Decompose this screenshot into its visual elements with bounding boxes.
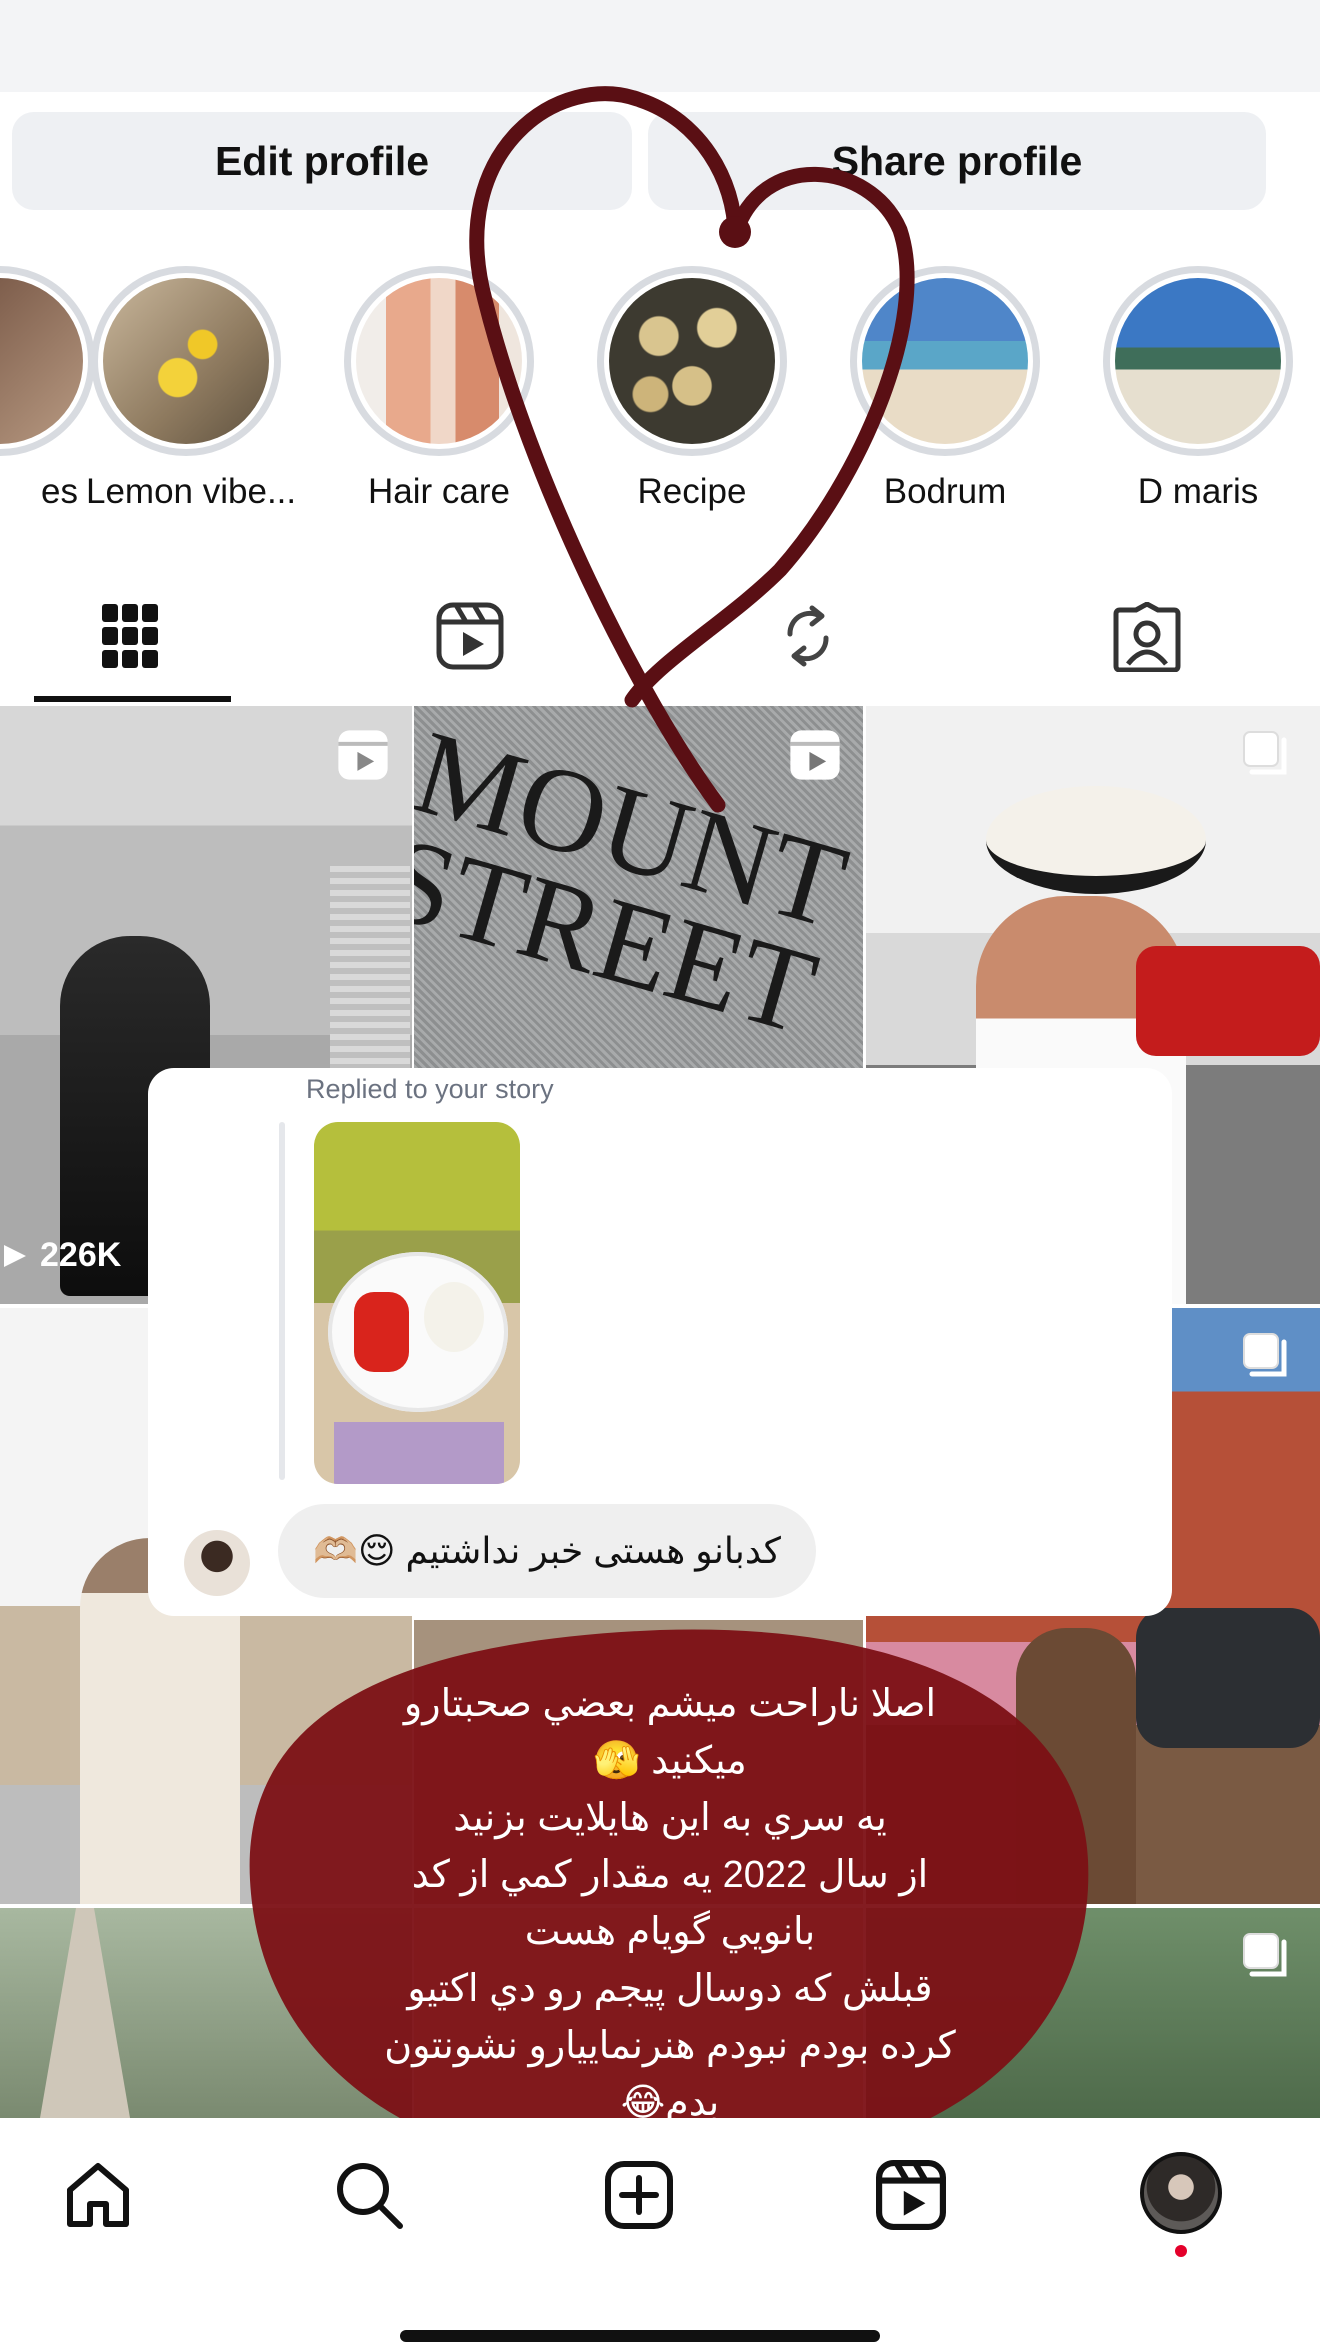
home-icon[interactable] [62, 2160, 134, 2232]
create-icon[interactable] [604, 2160, 674, 2230]
heart-doodle-dot [719, 216, 751, 248]
home-indicator[interactable] [400, 2330, 880, 2342]
story-overlay-text: اصلا ناراحت ميشم بعضي صحبتارو ميكنيد 🫣 ي… [384, 1683, 956, 2124]
search-icon[interactable] [332, 2158, 406, 2232]
notification-dot [1175, 2245, 1187, 2257]
reels-icon[interactable] [876, 2160, 946, 2230]
heart-doodle [469, 86, 915, 813]
profile-avatar[interactable] [1140, 2152, 1222, 2234]
